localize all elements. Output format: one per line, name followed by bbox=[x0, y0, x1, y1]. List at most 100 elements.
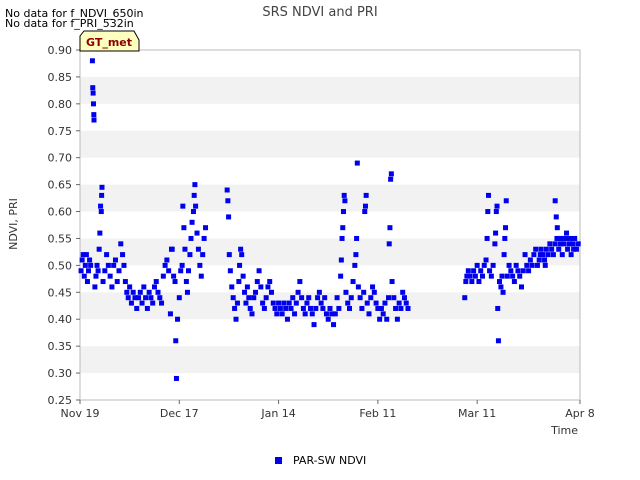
grid-bands bbox=[80, 76, 580, 374]
data-point bbox=[352, 262, 358, 268]
data-point bbox=[239, 252, 245, 258]
data-point bbox=[340, 209, 346, 215]
data-point bbox=[153, 279, 159, 285]
data-point bbox=[469, 279, 475, 285]
data-point bbox=[484, 235, 490, 241]
data-point bbox=[522, 252, 528, 258]
data-point bbox=[325, 316, 331, 322]
data-point bbox=[193, 203, 199, 209]
data-point bbox=[90, 90, 96, 96]
data-point bbox=[201, 235, 207, 241]
data-point bbox=[354, 235, 360, 241]
data-point bbox=[114, 279, 120, 285]
y-axis: 0.25 0.30 0.35 0.40 0.45 0.50 0.55 0.60 0.65 0.70… bbox=[48, 44, 80, 407]
data-point bbox=[517, 273, 523, 279]
data-point bbox=[462, 295, 468, 301]
data-point bbox=[109, 284, 115, 290]
data-point bbox=[260, 300, 266, 306]
data-point bbox=[387, 225, 393, 231]
data-point bbox=[506, 262, 512, 268]
data-point bbox=[254, 279, 260, 285]
data-point bbox=[547, 241, 553, 247]
data-point bbox=[195, 246, 201, 252]
chart-title: SRS NDVI and PRI bbox=[262, 5, 377, 20]
data-point bbox=[503, 198, 509, 204]
data-point bbox=[499, 273, 505, 279]
site-badge-label: GT_met bbox=[86, 36, 132, 49]
data-point bbox=[150, 300, 156, 306]
data-point bbox=[286, 300, 292, 306]
data-point bbox=[355, 284, 361, 290]
data-point bbox=[342, 198, 348, 204]
data-point bbox=[323, 311, 329, 317]
grid-band bbox=[80, 184, 580, 212]
data-point bbox=[524, 262, 530, 268]
data-point bbox=[471, 268, 477, 274]
data-point bbox=[99, 184, 105, 190]
data-point bbox=[226, 214, 232, 220]
data-point bbox=[398, 305, 404, 311]
data-point bbox=[394, 316, 400, 322]
data-point bbox=[274, 311, 280, 317]
data-point bbox=[479, 273, 485, 279]
data-point bbox=[533, 246, 539, 252]
data-point bbox=[373, 300, 379, 306]
data-point bbox=[334, 295, 340, 301]
data-point bbox=[88, 262, 94, 268]
data-point bbox=[86, 268, 92, 274]
data-point bbox=[107, 273, 113, 279]
data-point bbox=[549, 246, 555, 252]
data-point bbox=[359, 305, 365, 311]
y-tick-label: 0.40 bbox=[48, 313, 73, 326]
data-point bbox=[500, 289, 506, 295]
data-point bbox=[125, 295, 131, 301]
data-point bbox=[233, 316, 239, 322]
data-point bbox=[203, 225, 209, 231]
y-tick-label: 0.35 bbox=[48, 340, 73, 353]
data-point bbox=[463, 279, 469, 285]
data-point bbox=[182, 246, 188, 252]
data-point bbox=[302, 311, 308, 317]
data-point bbox=[90, 101, 96, 107]
data-point bbox=[171, 273, 177, 279]
y-axis-label: NDVI, PRI bbox=[7, 198, 20, 250]
data-point bbox=[143, 295, 149, 301]
data-point bbox=[141, 284, 147, 290]
data-point bbox=[175, 316, 181, 322]
data-point bbox=[95, 268, 101, 274]
y-tick-label: 0.25 bbox=[48, 394, 73, 407]
data-point bbox=[495, 338, 501, 344]
data-point bbox=[538, 246, 544, 252]
data-point bbox=[481, 262, 487, 268]
y-tick-label: 0.70 bbox=[48, 152, 73, 165]
data-point bbox=[388, 171, 394, 177]
data-point bbox=[281, 300, 287, 306]
data-point bbox=[224, 187, 230, 193]
legend-marker bbox=[275, 457, 282, 464]
chart-canvas: 0.25 0.30 0.35 0.40 0.45 0.50 0.55 0.60 0.65 0.70… bbox=[7, 5, 595, 467]
data-point bbox=[368, 295, 374, 301]
data-point bbox=[391, 295, 397, 301]
data-point bbox=[485, 209, 491, 215]
y-tick-label: 0.55 bbox=[48, 232, 73, 245]
data-point bbox=[90, 85, 96, 91]
data-point bbox=[503, 225, 509, 231]
data-point bbox=[263, 295, 269, 301]
data-point bbox=[190, 209, 196, 215]
data-point bbox=[94, 262, 100, 268]
data-point bbox=[279, 311, 285, 317]
data-point bbox=[130, 289, 136, 295]
data-point bbox=[338, 257, 344, 263]
data-point bbox=[251, 295, 257, 301]
data-point bbox=[173, 338, 179, 344]
data-point bbox=[176, 295, 182, 301]
y-tick-label: 0.80 bbox=[48, 98, 73, 111]
data-point bbox=[167, 311, 173, 317]
data-point bbox=[96, 246, 102, 252]
data-point bbox=[306, 295, 312, 301]
data-point bbox=[362, 203, 368, 209]
data-point bbox=[124, 289, 130, 295]
data-point bbox=[299, 295, 305, 301]
data-point bbox=[261, 305, 267, 311]
y-tick-label: 0.60 bbox=[48, 206, 73, 219]
